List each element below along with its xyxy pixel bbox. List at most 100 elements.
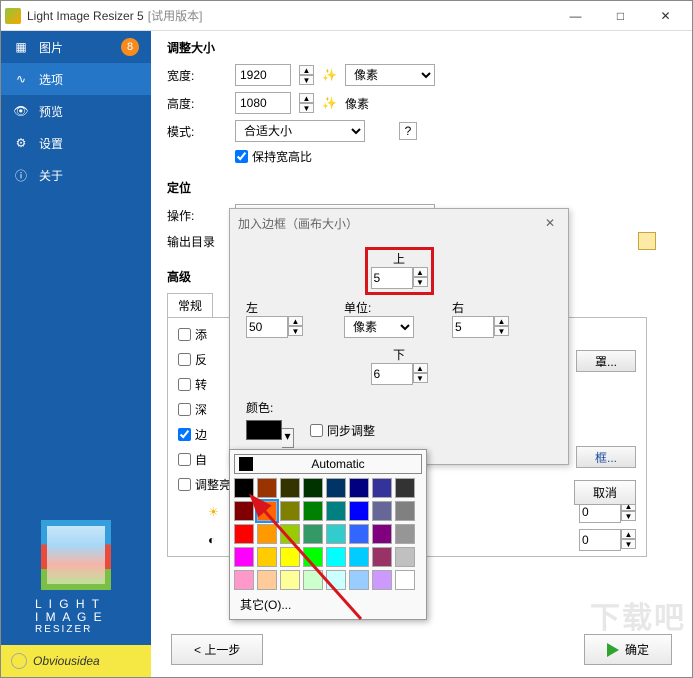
height-label: 高度: — [167, 95, 227, 112]
cb-invert[interactable] — [178, 353, 191, 366]
cb-rotate[interactable] — [178, 378, 191, 391]
color-swatch[interactable] — [234, 501, 254, 521]
cb-brightness[interactable] — [178, 478, 191, 491]
width-unit-select[interactable]: 像素 — [345, 64, 435, 86]
tab-general[interactable]: 常规 — [167, 293, 213, 317]
close-button[interactable]: ✕ — [643, 2, 688, 30]
mask-button[interactable]: 罩... — [576, 350, 636, 372]
sun-icon: ☀ — [208, 505, 219, 519]
color-swatch[interactable] — [349, 524, 369, 544]
width-input[interactable] — [235, 64, 291, 86]
top-input[interactable]: ▲▼ — [371, 267, 428, 289]
mode-select[interactable]: 合适大小 — [235, 120, 365, 142]
color-swatch[interactable] — [257, 478, 277, 498]
app-title: Light Image Resizer 5 — [27, 9, 144, 23]
wand-icon[interactable]: ✨ — [322, 96, 337, 110]
color-swatch[interactable] — [372, 501, 392, 521]
width-spin[interactable]: ▲▼ — [299, 65, 314, 85]
contrast-input[interactable]: ▲▼ — [579, 529, 636, 551]
border-button[interactable]: 框... — [576, 446, 636, 468]
cb-add[interactable] — [178, 328, 191, 341]
cancel-button[interactable]: 取消 — [574, 480, 636, 505]
left-label: 左 — [246, 299, 336, 316]
color-swatch[interactable] — [395, 501, 415, 521]
color-swatch[interactable] — [395, 547, 415, 567]
sidebar-item-about[interactable]: ⓘ 关于 — [1, 159, 151, 191]
sidebar: ▦ 图片 8 ∿ 选项 👁 预览 ⚙ 设置 ⓘ 关于 L I G H T I M… — [1, 31, 151, 677]
ok-button[interactable]: 确定 — [584, 634, 672, 665]
color-swatch[interactable] — [257, 501, 277, 521]
sidebar-item-settings[interactable]: ⚙ 设置 — [1, 127, 151, 159]
sync-checkbox[interactable]: 同步调整 — [310, 422, 375, 439]
color-swatch[interactable] — [349, 478, 369, 498]
color-swatch[interactable] — [303, 547, 323, 567]
color-swatch[interactable] — [395, 524, 415, 544]
color-swatch[interactable] — [280, 501, 300, 521]
color-swatch[interactable] — [303, 478, 323, 498]
sidebar-item-images[interactable]: ▦ 图片 8 — [1, 31, 151, 63]
prev-button[interactable]: < 上一步 — [171, 634, 263, 665]
mode-help-button[interactable]: ? — [399, 122, 417, 140]
dialog-close-button[interactable]: ✕ — [540, 213, 560, 233]
color-swatch[interactable] — [257, 570, 277, 590]
color-swatch[interactable] — [395, 570, 415, 590]
color-swatch[interactable] — [280, 570, 300, 590]
color-swatch[interactable] — [349, 570, 369, 590]
color-swatch[interactable] — [372, 478, 392, 498]
color-swatch[interactable] — [326, 570, 346, 590]
unit-select[interactable]: 像素 — [344, 316, 414, 338]
app-icon — [5, 8, 21, 24]
keep-ratio-checkbox[interactable]: 保持宽高比 — [235, 148, 312, 165]
sidebar-item-preview[interactable]: 👁 预览 — [1, 95, 151, 127]
color-swatch[interactable] — [326, 524, 346, 544]
color-swatch[interactable] — [257, 547, 277, 567]
top-highlight: 上 ▲▼ — [365, 247, 434, 295]
cb-deep[interactable] — [178, 403, 191, 416]
height-input[interactable] — [235, 92, 291, 114]
product-name: L I G H T I M A G E RESIZER — [1, 598, 151, 635]
window-controls: — □ ✕ — [553, 2, 688, 30]
unit-label: 单位: — [344, 299, 444, 316]
sidebar-item-options[interactable]: ∿ 选项 — [1, 63, 151, 95]
color-swatch[interactable] — [234, 547, 254, 567]
color-swatch[interactable] — [372, 570, 392, 590]
dialog-titlebar: 加入边框（画布大小） ✕ — [230, 209, 568, 237]
color-swatch[interactable] — [326, 478, 346, 498]
color-other[interactable]: 其它(O)... — [234, 594, 422, 615]
wand-icon[interactable]: ✨ — [322, 68, 337, 82]
color-swatch[interactable] — [372, 524, 392, 544]
cb-self[interactable] — [178, 453, 191, 466]
color-swatch[interactable] — [303, 570, 323, 590]
cb-border[interactable] — [178, 428, 191, 441]
color-swatch[interactable] — [234, 570, 254, 590]
bottom-label: 下 — [246, 346, 552, 363]
color-swatch[interactable] — [280, 478, 300, 498]
folder-icon[interactable] — [638, 232, 656, 250]
color-swatch[interactable] — [234, 524, 254, 544]
height-spin[interactable]: ▲▼ — [299, 93, 314, 113]
color-swatch[interactable] — [395, 478, 415, 498]
color-swatch[interactable] — [303, 524, 323, 544]
color-swatch[interactable] — [372, 547, 392, 567]
color-swatch[interactable] — [303, 501, 323, 521]
watermark: 下载吧 — [590, 593, 686, 637]
left-input[interactable]: ▲▼ — [246, 316, 336, 338]
color-swatch[interactable] — [280, 524, 300, 544]
right-input[interactable]: ▲▼ — [452, 316, 542, 338]
color-automatic[interactable]: Automatic — [234, 454, 422, 474]
minimize-button[interactable]: — — [553, 2, 598, 30]
color-label: 颜色: — [246, 399, 552, 416]
color-swatch[interactable] — [280, 547, 300, 567]
color-swatch[interactable] — [326, 501, 346, 521]
brand-link[interactable]: Obviousidea — [1, 645, 151, 677]
bottom-input[interactable]: ▲▼ — [371, 363, 428, 385]
color-swatch[interactable] — [349, 501, 369, 521]
trial-label: [试用版本] — [148, 7, 203, 24]
color-swatch[interactable]: ▾ — [246, 420, 294, 448]
color-swatch[interactable] — [326, 547, 346, 567]
color-swatch[interactable] — [257, 524, 277, 544]
color-swatch[interactable] — [234, 478, 254, 498]
color-swatch[interactable] — [349, 547, 369, 567]
maximize-button[interactable]: □ — [598, 2, 643, 30]
gear-icon: ⚙ — [13, 136, 29, 150]
